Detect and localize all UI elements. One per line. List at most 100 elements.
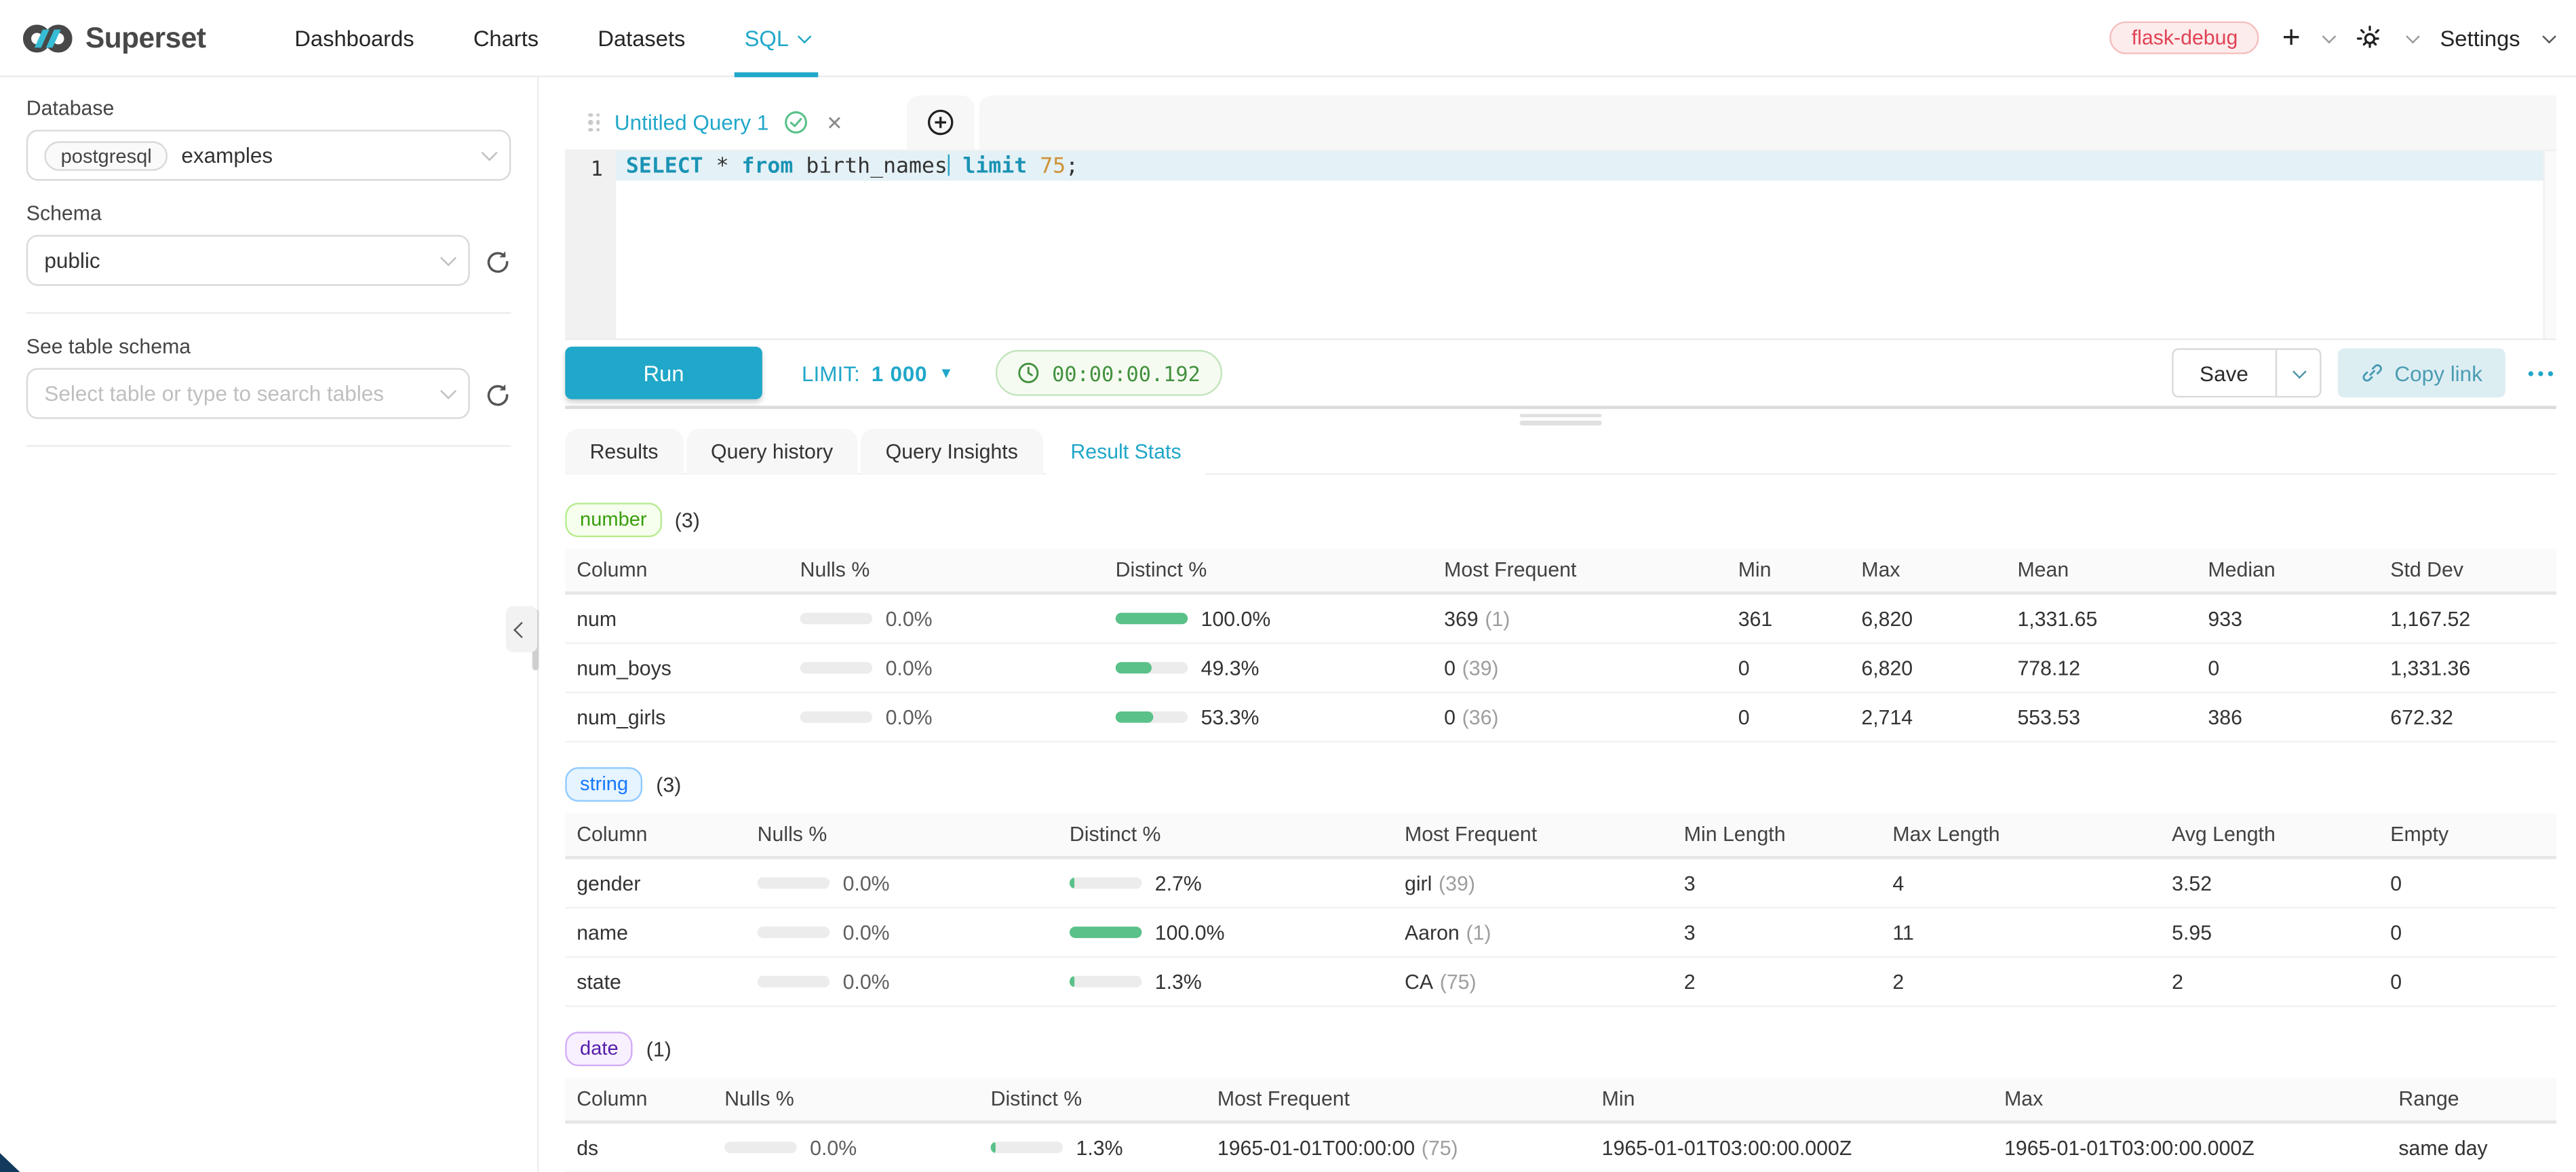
superset-sql-lab: Superset Dashboards Charts Datasets SQL … [0,0,2576,1172]
stats-table: ColumnNulls %Distinct %Most FrequentMinM… [565,549,2556,743]
sql-code-editor[interactable]: 1 SELECT * from birth_names limit 75; [565,149,2556,340]
copy-link-button[interactable]: Copy link [2337,349,2505,398]
column-header: Most Frequent [1393,823,1673,846]
stat-value: 6,820 [1850,607,2006,630]
column-header: Most Frequent [1432,559,1727,582]
distinct-bar [1116,612,1188,624]
percent-value: 0.0% [810,1136,857,1159]
most-frequent-value: Aaron [1405,921,1460,944]
column-name: gender [565,872,745,895]
percent-value: 2.7% [1155,872,1202,895]
south-resize-handle[interactable] [565,409,2556,429]
tab-result-stats[interactable]: Result Stats [1046,429,1206,475]
sidebar-divider [26,445,511,446]
nav-right: flask-debug + Settings [2110,21,2553,54]
chevron-down-icon[interactable] [2406,30,2421,44]
stat-value: 553.53 [2006,705,2197,728]
database-label: Database [26,97,511,120]
nav-item-sql[interactable]: SQL [715,0,838,75]
theme-sun-icon[interactable] [2356,24,2384,52]
stat-value: 2 [1673,970,1881,993]
editor-gutter: 1 [565,151,616,338]
chevron-down-icon [440,250,456,267]
most-frequent-value: CA [1405,970,1433,993]
column-header: Nulls % [746,823,1058,846]
more-actions-button[interactable] [2529,370,2553,375]
nulls-cell: 0.0% [713,1136,979,1159]
new-query-tab-button[interactable] [907,95,974,149]
distinct-bar [1070,976,1142,988]
chevron-down-icon[interactable] [2322,30,2337,44]
settings-menu[interactable]: Settings [2440,26,2520,50]
most-frequent-count: (75) [1440,970,1477,993]
close-tab-icon[interactable]: ✕ [826,111,842,134]
database-select[interactable]: postgresql examples [26,130,511,180]
section-header: string(3) [565,767,2556,802]
nav-item-charts[interactable]: Charts [444,0,568,75]
superset-logo[interactable]: Superset [23,20,206,55]
chevron-down-icon [482,144,498,161]
clock-icon [1017,362,1040,385]
query-tab[interactable]: Untitled Query 1 ✕ [565,95,902,149]
table-row: num_girls0.0%53.3%0(36)02,714553.5338667… [565,693,2556,743]
section-header: number(3) [565,503,2556,537]
stats-section-string: string(3)ColumnNulls %Distinct %Most Fre… [565,767,2556,1007]
tab-query-history[interactable]: Query history [686,429,858,475]
save-button[interactable]: Save [2172,349,2275,398]
query-tabstrip: Untitled Query 1 ✕ [565,95,2556,149]
column-header: Mean [2006,559,2197,582]
most-frequent-cell: Aaron(1) [1393,921,1673,944]
infinity-logo-icon [23,22,73,54]
chevron-left-icon [513,621,530,638]
schema-select[interactable]: public [26,235,470,286]
stat-value: 1,331.36 [2379,657,2556,680]
stat-value: 11 [1881,921,2160,944]
column-name: state [565,970,745,993]
nulls-cell: 0.0% [746,970,1058,993]
percent-value: 100.0% [1201,607,1271,630]
distinct-cell: 1.3% [1058,970,1393,993]
nulls-cell: 0.0% [789,607,1104,630]
editor-code-area[interactable]: SELECT * from birth_names limit 75; [616,151,2556,338]
limit-dropdown[interactable]: LIMIT: 1 000 ▼ [802,361,954,385]
distinct-cell: 2.7% [1058,872,1393,895]
tab-query-insights[interactable]: Query Insights [861,429,1042,475]
drag-handle-icon[interactable] [588,113,600,132]
run-query-button[interactable]: Run [565,347,762,399]
stat-value: 1,167.52 [2379,607,2556,630]
table-schema-label: See table schema [26,335,511,358]
top-nav: Superset Dashboards Charts Datasets SQL … [0,0,2576,77]
percent-value: 0.0% [843,970,890,993]
refresh-schemas-icon[interactable] [485,248,511,274]
column-name: num_girls [565,705,788,728]
table-select[interactable]: Select table or type to search tables [26,368,470,419]
distinct-cell: 100.0% [1058,921,1393,944]
column-header: Column [565,823,745,846]
save-options-button[interactable] [2275,349,2321,398]
section-header: date(1) [565,1032,2556,1066]
stat-value: 3 [1673,872,1881,895]
most-frequent-count: (75) [1422,1136,1458,1159]
link-icon [2360,362,2383,385]
query-timer-badge: 00:00:00.192 [996,350,1222,396]
tab-results[interactable]: Results [565,429,683,475]
distinct-bar [1116,662,1188,673]
most-frequent-value: 0 [1444,657,1456,680]
refresh-tables-icon[interactable] [485,380,511,407]
most-frequent-count: (39) [1462,657,1499,680]
most-frequent-value: girl [1405,872,1432,895]
table-header-row: ColumnNulls %Distinct %Most FrequentMinM… [565,549,2556,595]
stat-value: 778.12 [2006,657,2197,680]
column-header: Min [1591,1087,1993,1110]
new-item-plus-icon[interactable]: + [2282,22,2301,54]
column-type-badge: number [565,503,661,537]
nav-item-dashboards[interactable]: Dashboards [265,0,444,75]
column-header: Min [1727,559,1850,582]
editor-scrollbar[interactable] [2543,151,2556,338]
column-name: num_boys [565,657,788,680]
nav-item-datasets[interactable]: Datasets [568,0,715,75]
most-frequent-value: 0 [1444,705,1456,728]
stat-value: 0 [2379,872,2556,895]
collapse-sidebar-button[interactable] [506,606,537,652]
percent-value: 0.0% [886,657,933,680]
